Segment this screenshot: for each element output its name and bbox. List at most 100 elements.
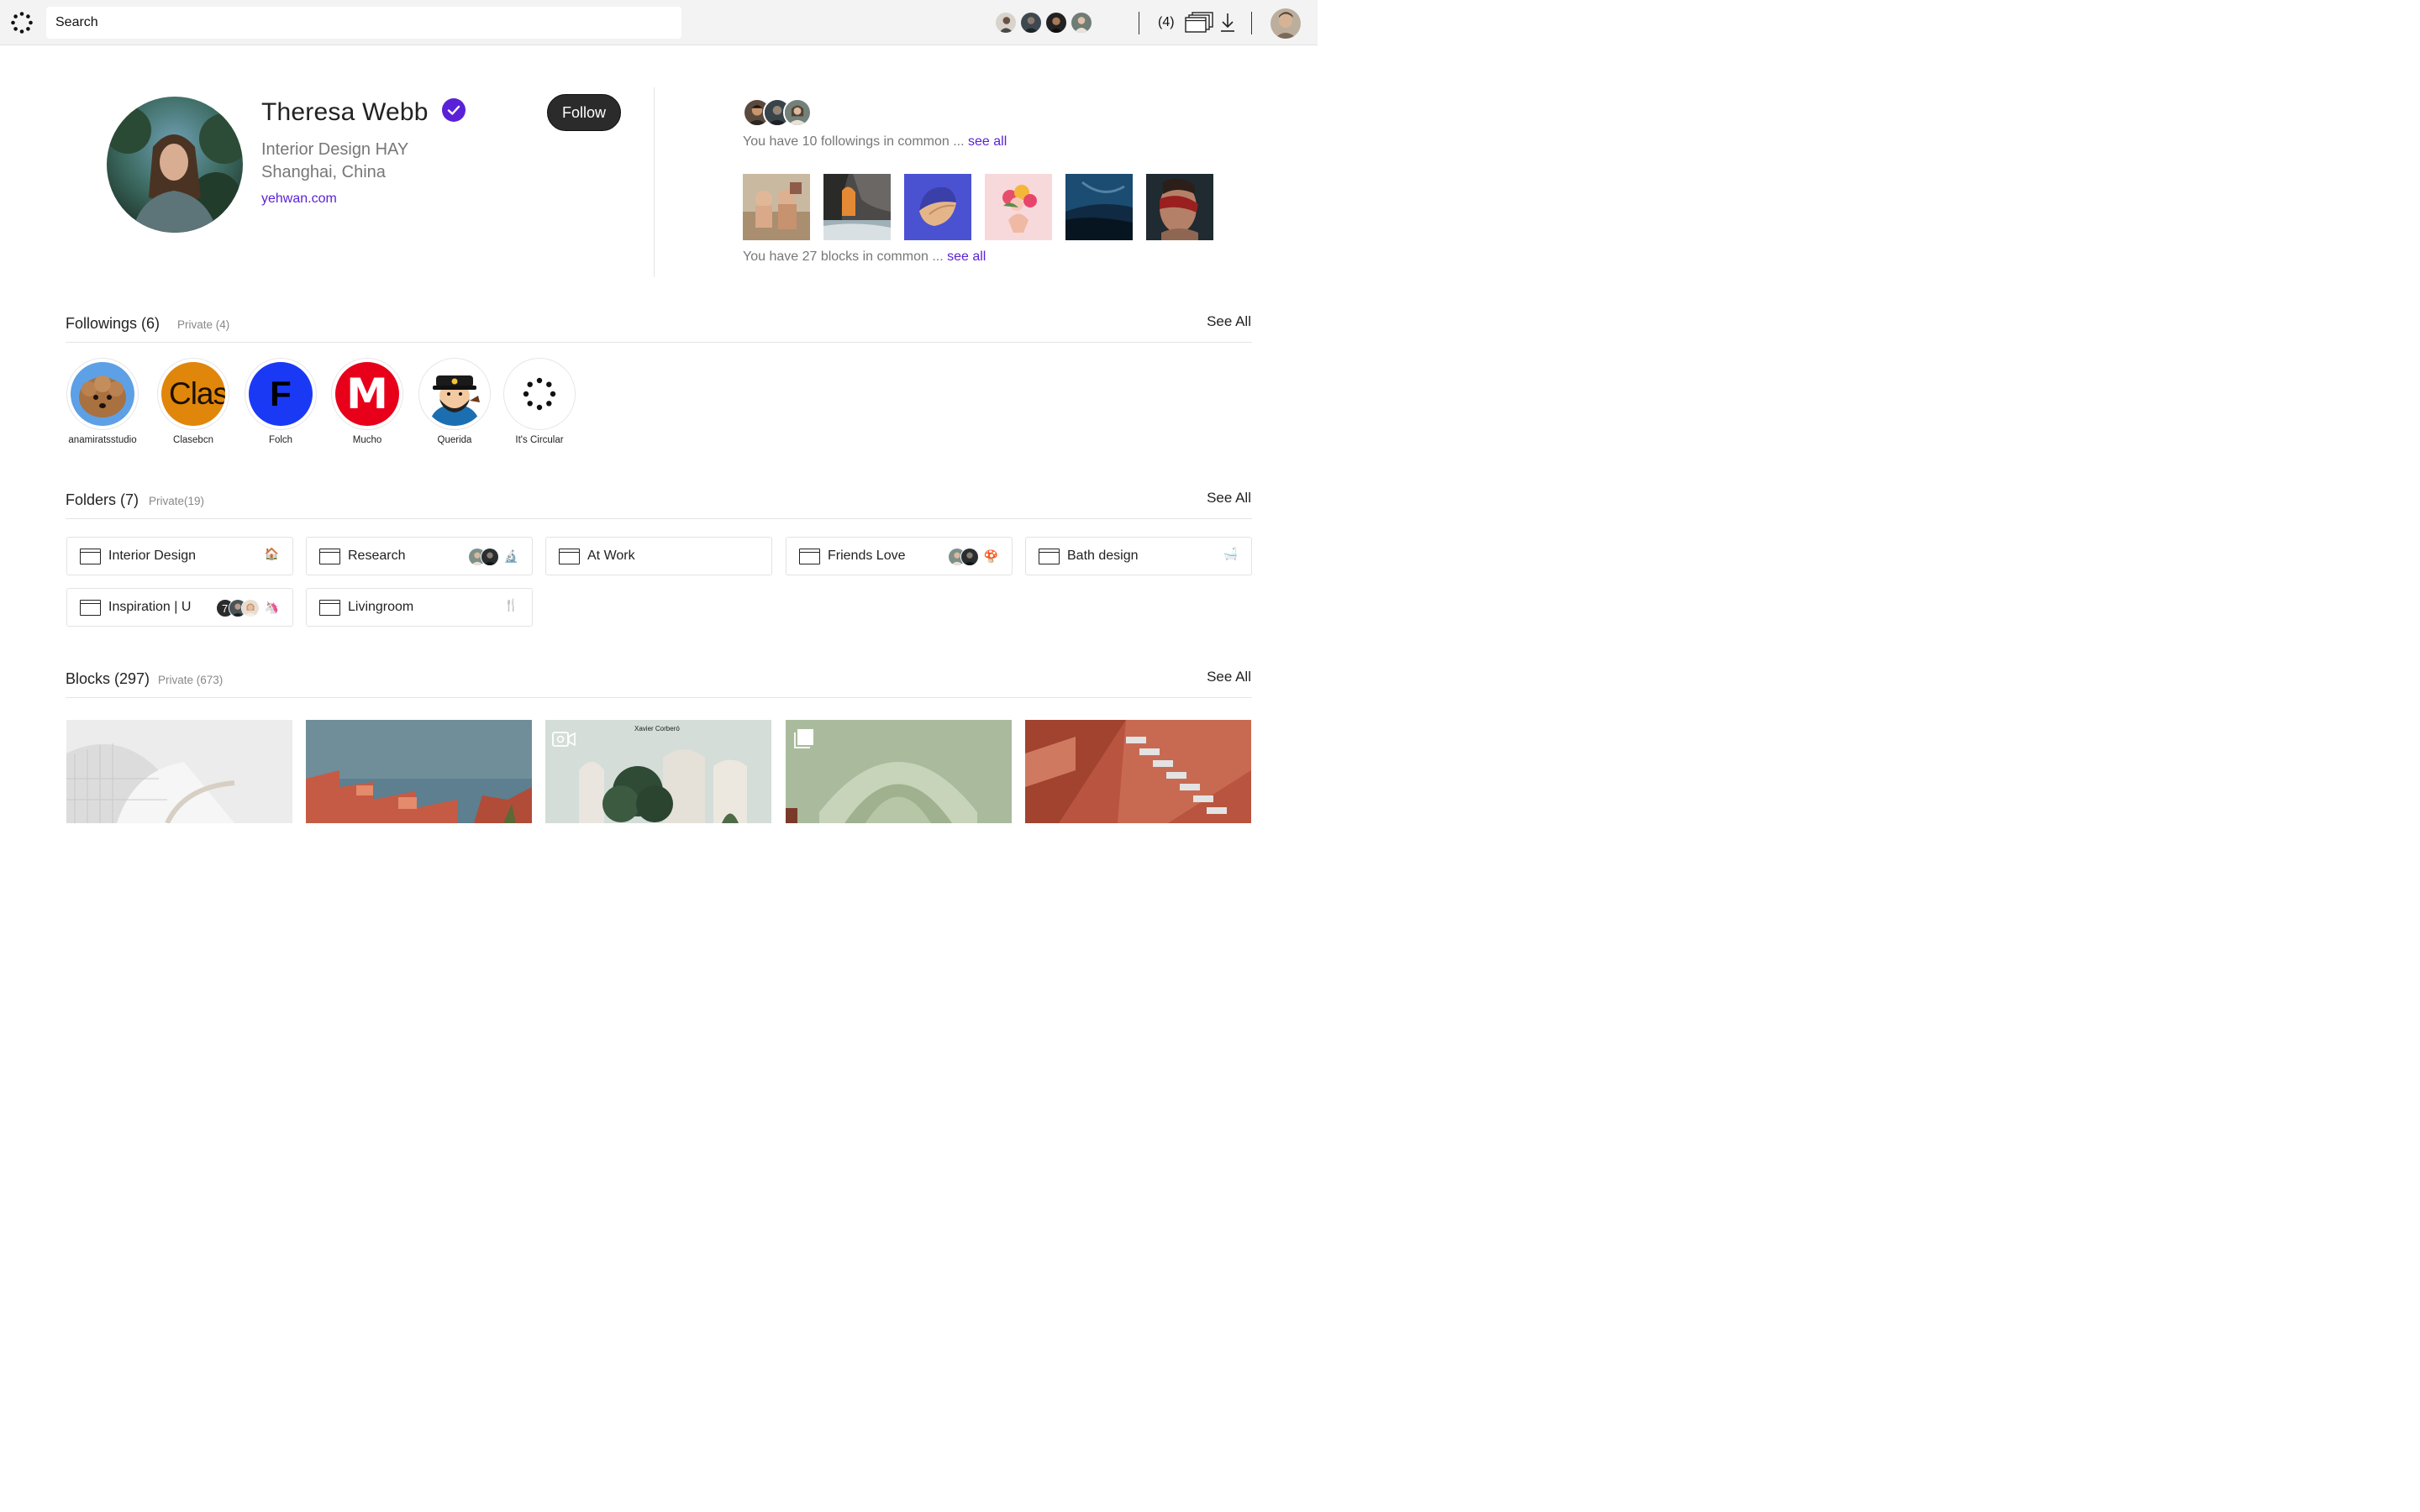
following-name[interactable]: Clasebcn (157, 435, 229, 445)
profile-name: Theresa Webb (261, 98, 429, 126)
folder-at-work[interactable]: At Work (545, 537, 772, 575)
folder-livingroom[interactable]: Livingroom 🍴 (306, 588, 533, 627)
folder-friends-love[interactable]: Friends Love 🍄 (786, 537, 1013, 575)
folder-icon (319, 549, 340, 564)
common-followings-label: You have 10 followings in common ... (743, 134, 965, 149)
following-name[interactable]: Mucho (331, 435, 403, 445)
folder-label: Research (348, 549, 406, 563)
fork-knife-icon: 🍴 (503, 599, 518, 612)
house-icon: 🏠 (264, 548, 279, 561)
following-item-mucho[interactable]: M Mucho (331, 358, 403, 445)
followings-see-all-button[interactable]: See All (1207, 313, 1251, 330)
avatar[interactable] (1019, 11, 1043, 34)
following-avatar[interactable]: Clas (157, 358, 229, 430)
block-thumbnail[interactable] (823, 174, 891, 240)
block-image (66, 720, 292, 823)
folder-label: Bath design (1067, 549, 1139, 563)
folder-bath-design[interactable]: Bath design 🛁 (1025, 537, 1252, 575)
common-blocks-thumbnails (743, 174, 1213, 240)
common-followings-text: You have 10 followings in common ... see… (743, 134, 1007, 150)
followings-private-count[interactable]: Private (4) (177, 318, 229, 331)
block-image (786, 720, 1012, 823)
folder-icon (799, 549, 820, 564)
avatar[interactable] (480, 548, 499, 566)
block-thumbnail[interactable] (985, 174, 1052, 240)
following-avatar[interactable]: M (331, 358, 403, 430)
common-followings-avatars[interactable] (743, 98, 812, 127)
stacked-windows-icon[interactable] (1184, 12, 1214, 34)
following-avatar[interactable] (418, 358, 491, 430)
following-avatar[interactable] (66, 358, 139, 430)
folder-label: Livingroom (348, 600, 414, 614)
following-avatar[interactable] (503, 358, 576, 430)
block-image (306, 720, 532, 823)
section-divider (66, 697, 1252, 698)
folder-inspiration[interactable]: Inspiration | U 7 🦄 (66, 588, 293, 627)
follow-button[interactable]: Follow (547, 94, 621, 131)
see-all-followings-link[interactable]: see all (968, 134, 1007, 149)
folder-interior-design[interactable]: Interior Design 🏠 (66, 537, 293, 575)
avatar[interactable] (783, 98, 812, 127)
folder-research[interactable]: Research 🔬 (306, 537, 533, 575)
following-item-its-circular[interactable]: It's Circular (503, 358, 576, 445)
block-thumbnail[interactable] (904, 174, 971, 240)
profile-location: Shanghai, China (261, 163, 386, 181)
following-name[interactable]: It's Circular (503, 435, 576, 445)
circular-logo-icon (523, 377, 556, 411)
download-icon[interactable] (1220, 13, 1235, 33)
unicorn-icon: 🦄 (264, 601, 279, 615)
profile-photo (107, 97, 243, 233)
folders-private-count[interactable]: Private(19) (149, 495, 204, 507)
following-item-folch[interactable]: F Folch (245, 358, 317, 445)
online-collaborators[interactable] (994, 11, 1093, 34)
following-name[interactable]: Querida (418, 435, 491, 445)
see-all-blocks-link[interactable]: see all (947, 249, 986, 264)
avatar[interactable] (240, 599, 260, 617)
block-card[interactable] (786, 720, 1012, 823)
block-thumbnail[interactable] (1146, 174, 1213, 240)
following-item-clasebcn[interactable]: Clas Clasebcn (157, 358, 229, 445)
following-name[interactable]: anamiratsstudio (66, 435, 139, 445)
notification-count[interactable]: (4) (1158, 15, 1175, 30)
avatar[interactable] (1070, 11, 1093, 34)
common-blocks-text: You have 27 blocks in common ... see all (743, 249, 986, 265)
blocks-see-all-button[interactable]: See All (1207, 669, 1251, 685)
block-thumbnail[interactable] (1065, 174, 1133, 240)
block-card[interactable]: Xavier Corberó (545, 720, 771, 823)
block-thumbnail[interactable] (743, 174, 810, 240)
folders-title: Folders (7) (66, 491, 139, 508)
folder-meta: 🏠 (260, 548, 279, 561)
avatar[interactable] (960, 548, 979, 566)
folder-icon (559, 549, 580, 564)
folch-logo-text: F (270, 374, 292, 413)
block-card[interactable] (306, 720, 532, 823)
profile-company: Interior Design HAY (261, 140, 409, 159)
blocks-private-count[interactable]: Private (673) (158, 674, 223, 686)
profile-website-link[interactable]: yehwan.com (261, 192, 337, 207)
following-item-querida[interactable]: Querida (418, 358, 491, 445)
following-item-anamiratsstudio[interactable]: anamiratsstudio (66, 358, 139, 445)
block-card[interactable] (1025, 720, 1251, 823)
following-avatar[interactable]: F (245, 358, 317, 430)
circular-logo-icon[interactable] (10, 11, 34, 34)
folder-icon (80, 549, 101, 564)
select-checkbox-icon[interactable] (794, 728, 814, 748)
section-divider (66, 518, 1252, 519)
dog-avatar-image (71, 362, 134, 426)
folder-meta: 🔬 (467, 548, 518, 566)
folders-see-all-button[interactable]: See All (1207, 490, 1251, 507)
folder-meta: 7 🦄 (215, 599, 279, 617)
divider (1251, 12, 1252, 34)
folder-icon (80, 600, 101, 616)
top-bar: Search (4) (0, 0, 1318, 45)
following-name[interactable]: Folch (245, 435, 317, 445)
microscope-icon: 🔬 (503, 550, 518, 564)
section-divider (66, 342, 1252, 343)
user-avatar[interactable] (1270, 8, 1301, 39)
avatar[interactable] (994, 11, 1018, 34)
profile-divider (654, 87, 655, 277)
avatar[interactable] (1044, 11, 1068, 34)
search-input[interactable]: Search (46, 7, 681, 39)
blocks-title: Blocks (297) (66, 670, 150, 687)
block-card[interactable] (66, 720, 292, 823)
